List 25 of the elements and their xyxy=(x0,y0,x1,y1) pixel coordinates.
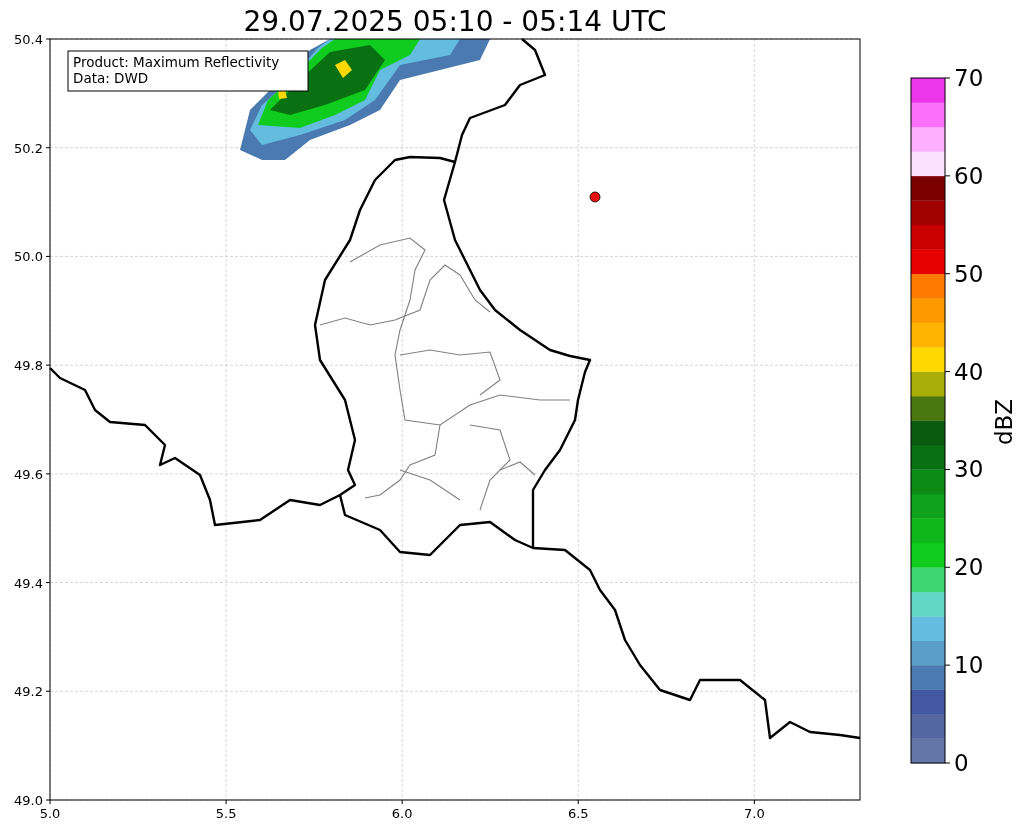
colorbar-label: dBZ xyxy=(991,398,1017,446)
y-axis-tick-label: 49.2 xyxy=(14,684,43,700)
colorbar-tick-label: 50 xyxy=(954,260,984,287)
x-axis-tick-label: 7.0 xyxy=(744,806,765,821)
colorbar-tick-label: 0 xyxy=(954,750,969,776)
location-marker xyxy=(589,191,601,203)
y-axis-tick-label: 50.4 xyxy=(14,32,43,47)
y-axis-tick-label: 49.8 xyxy=(14,358,43,374)
x-axis-tick-label: 6.0 xyxy=(391,806,413,821)
colorbar-tick-label: 30 xyxy=(954,456,984,483)
x-axis-tick-label: 6.5 xyxy=(567,806,589,821)
y-axis-tick-label: 50.0 xyxy=(14,249,43,265)
colorbar-tick-label: 20 xyxy=(954,554,984,581)
colorbar-tick-label: 40 xyxy=(954,358,984,385)
info-box: Product: Maximum Reflectivity Data: DWD xyxy=(67,50,309,92)
y-axis-tick-label: 49.6 xyxy=(14,466,43,482)
colorbar-tick-label: 60 xyxy=(954,162,984,189)
colorbar-tick-label: 70 xyxy=(954,65,984,91)
y-axis-tick-label: 50.2 xyxy=(14,140,43,156)
x-axis-tick-label: 5.0 xyxy=(39,806,61,821)
y-axis-tick-label: 49.0 xyxy=(14,793,43,808)
chart-title: 29.07.2025 05:10 - 05:14 UTC xyxy=(243,5,667,38)
colorbar-tick-label: 10 xyxy=(954,652,984,679)
y-axis-tick-label: 49.4 xyxy=(14,575,43,591)
x-axis-tick-label: 5.5 xyxy=(215,806,237,821)
